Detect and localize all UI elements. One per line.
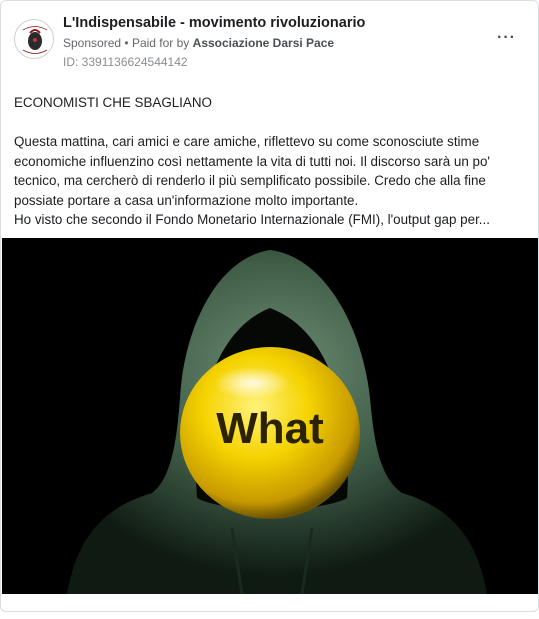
body-line: Questa mattina, cari amici e care amiche… xyxy=(14,134,480,149)
separator-dot: • xyxy=(124,36,129,50)
more-options-button[interactable]: ··· xyxy=(497,29,516,47)
ad-header: L'Indispensabile - movimento rivoluziona… xyxy=(1,1,538,79)
payer-name[interactable]: Associazione Darsi Pace xyxy=(193,36,334,50)
page-name[interactable]: L'Indispensabile - movimento rivoluziona… xyxy=(63,15,365,31)
ad-card: L'Indispensabile - movimento rivoluziona… xyxy=(0,0,539,612)
page-avatar[interactable] xyxy=(14,19,54,59)
ball-text: What xyxy=(216,404,324,453)
hooded-figure-image: What xyxy=(2,238,538,594)
sponsored-line: Sponsored • Paid for by Associazione Dar… xyxy=(63,36,334,50)
paid-for-label: Paid for by xyxy=(131,36,190,50)
ad-image[interactable]: What xyxy=(2,238,538,594)
ad-id: ID: 3391136624544142 xyxy=(63,55,188,69)
body-line: tecnico, ma cercherò di renderlo il più … xyxy=(14,173,486,188)
body-line: Ho visto che secondo il Fondo Monetario … xyxy=(14,212,490,227)
sponsored-label: Sponsored xyxy=(63,36,122,50)
page-logo-icon xyxy=(17,22,53,58)
body-line: possiate portare a casa un'informazione … xyxy=(14,192,359,208)
ad-headline: ECONOMISTI CHE SBAGLIANO xyxy=(14,95,212,110)
body-line: economiche influenzino così nettamente l… xyxy=(14,153,490,169)
ad-body: ECONOMISTI CHE SBAGLIANO Questa mattina,… xyxy=(1,79,538,230)
